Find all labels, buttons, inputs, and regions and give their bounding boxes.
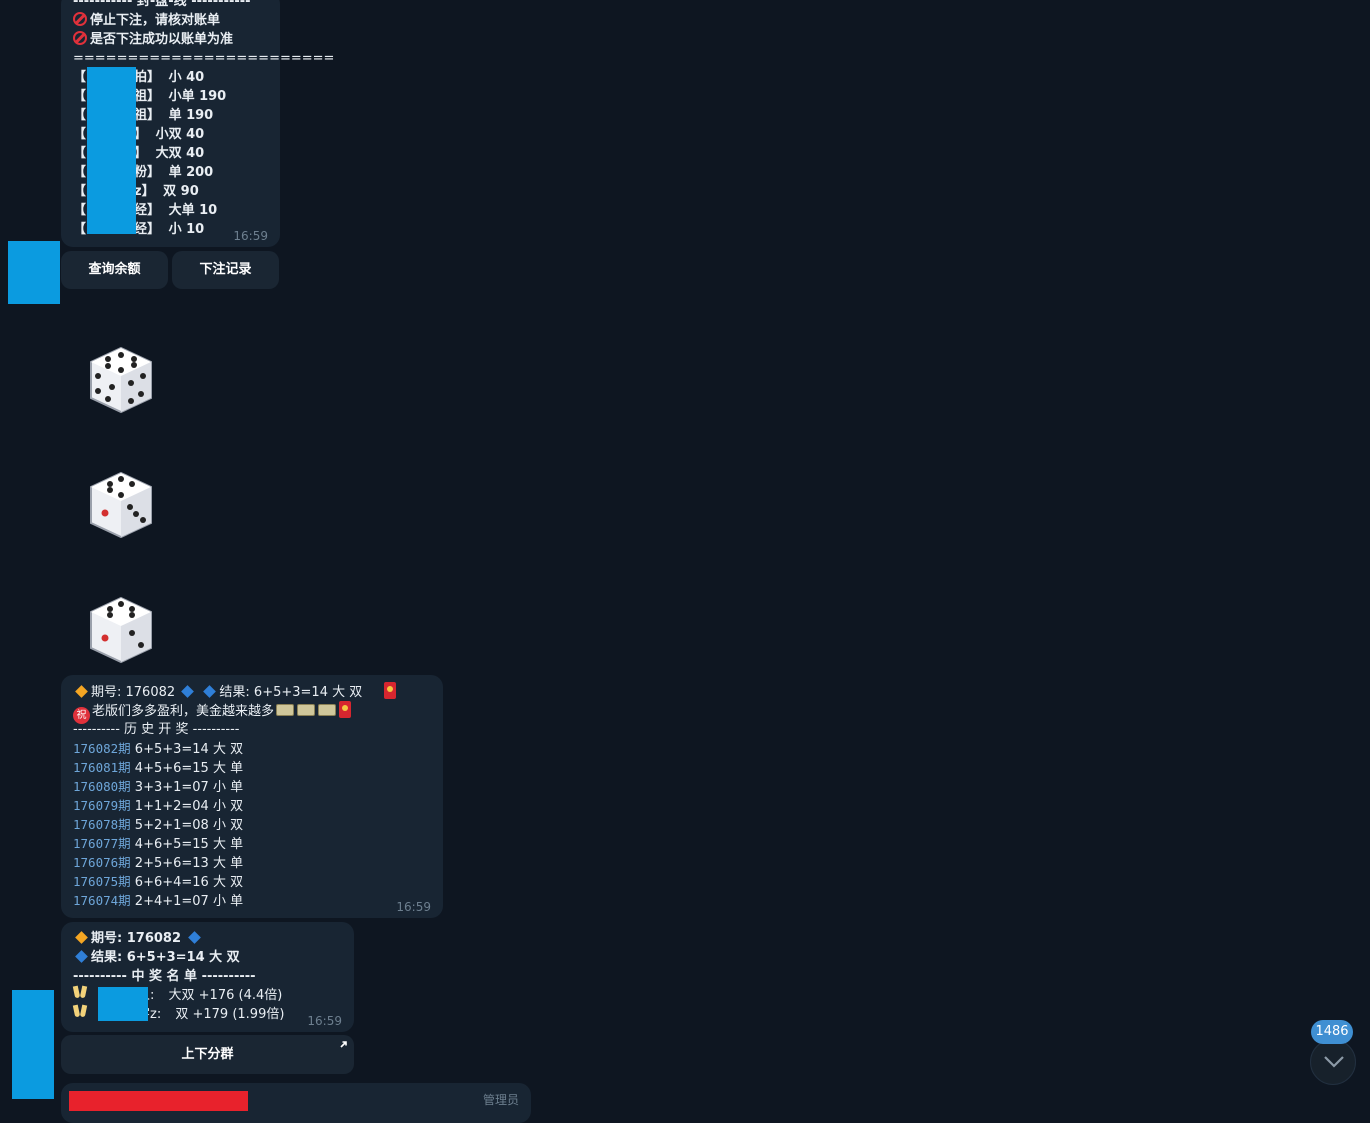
history-row: 176082期 6+5+3=14 大 双 bbox=[73, 739, 431, 758]
draw-result: 2+4+1=07 小 单 bbox=[134, 894, 244, 909]
period-link[interactable]: 176079期 bbox=[73, 798, 131, 813]
red-envelope-icon bbox=[339, 701, 352, 718]
history-row: 176077期 4+6+5=15 大 单 bbox=[73, 834, 431, 853]
orange-diamond-icon bbox=[75, 931, 88, 944]
bet-amount: 小双 40 bbox=[155, 127, 205, 142]
history-row: 176076期 2+5+6=13 大 单 bbox=[73, 853, 431, 872]
unread-count-badge: 1486 bbox=[1311, 1020, 1353, 1044]
button-label: 上下分群 bbox=[181, 1047, 234, 1062]
period-link[interactable]: 176081期 bbox=[73, 760, 131, 775]
history-row: 176081期 4+5+6=15 大 单 bbox=[73, 758, 431, 777]
query-balance-button[interactable]: 查询余额 bbox=[61, 251, 168, 289]
draw-result: 6+6+4=16 大 双 bbox=[134, 875, 244, 890]
message-time: 16:59 bbox=[233, 229, 268, 243]
result-history-message: 期号: 176082 结果: 6+5+3=14 大 双 祝老版们多多盈利，美金越… bbox=[61, 675, 443, 918]
bettor-name: 祖】 bbox=[134, 108, 161, 123]
redaction-mask bbox=[98, 987, 148, 1021]
prohibited-icon bbox=[73, 12, 87, 26]
bettor-name: z】 bbox=[134, 184, 155, 199]
prohibited-icon bbox=[73, 31, 87, 45]
draw-result: 2+5+6=13 大 单 bbox=[134, 856, 244, 871]
bet-amount: 大双 40 bbox=[155, 146, 205, 161]
bet-amount: 小单 190 bbox=[168, 89, 227, 104]
message-time: 16:59 bbox=[307, 1014, 342, 1028]
bet-amount: 大单 10 bbox=[168, 203, 218, 218]
cheers-icon bbox=[73, 986, 87, 1002]
history-header: ---------- 历 史 开 奖 ---------- bbox=[73, 722, 240, 737]
bettor-name: 拍】 bbox=[134, 70, 161, 85]
separator-line: ======================== bbox=[73, 51, 335, 66]
dice-five-sticker bbox=[90, 471, 152, 539]
draw-result: 3+3+1=07 小 单 bbox=[134, 780, 244, 795]
draw-result: 1+1+2=04 小 双 bbox=[134, 799, 244, 814]
chevron-down-icon bbox=[1324, 1056, 1344, 1068]
blue-diamond-icon bbox=[181, 685, 195, 698]
bill-confirmation-warning: 是否下注成功以账单为准 bbox=[73, 30, 268, 49]
history-row: 176078期 5+2+1=08 小 双 bbox=[73, 815, 431, 834]
draw-result: 4+6+5=15 大 单 bbox=[134, 837, 244, 852]
bet-amount: 小 40 bbox=[168, 70, 205, 85]
period-link[interactable]: 176076期 bbox=[73, 855, 131, 870]
winner-detail: 大双 +176 (4.4倍) bbox=[168, 988, 283, 1003]
bettor-name: 祖】 bbox=[134, 89, 161, 104]
deposit-withdraw-group-button[interactable]: 上下分群 bbox=[61, 1035, 354, 1074]
blue-diamond-icon bbox=[188, 931, 201, 944]
bet-amount: 双 90 bbox=[163, 184, 199, 199]
bet-records-button[interactable]: 下注记录 bbox=[172, 251, 279, 289]
history-row: 176075期 6+6+4=16 大 双 bbox=[73, 872, 431, 891]
history-row: 176080期 3+3+1=07 小 单 bbox=[73, 777, 431, 796]
period-link[interactable]: 176077期 bbox=[73, 836, 131, 851]
redaction-mask bbox=[87, 67, 136, 234]
draw-result: 5+2+1=08 小 双 bbox=[134, 818, 244, 833]
money-icon bbox=[318, 704, 337, 716]
period-link[interactable]: 176074期 bbox=[73, 893, 131, 908]
bet-amount: 单 200 bbox=[168, 165, 214, 180]
draw-result: 6+5+3=14 大 双 bbox=[134, 742, 244, 757]
avatar[interactable] bbox=[8, 241, 60, 304]
money-icon bbox=[297, 704, 316, 716]
period-link[interactable]: 176078期 bbox=[73, 817, 131, 832]
period-link[interactable]: 176075期 bbox=[73, 874, 131, 889]
bet-amount: 单 190 bbox=[168, 108, 214, 123]
greeting-line: 祝老版们多多盈利，美金越来越多 bbox=[73, 701, 431, 724]
winners-period: 期号: 176082 bbox=[73, 929, 342, 948]
red-envelope-icon bbox=[384, 682, 397, 699]
dice-three-sticker bbox=[90, 596, 152, 664]
period-link[interactable]: 176080期 bbox=[73, 779, 131, 794]
bettor-name: 经】 bbox=[134, 203, 161, 218]
period-result-line: 期号: 176082 结果: 6+5+3=14 大 双 bbox=[73, 682, 431, 701]
history-row: 176074期 2+4+1=07 小 单 bbox=[73, 891, 431, 910]
admin-label: 管理员 bbox=[482, 1093, 519, 1107]
stop-betting-warning: 停止下注，请核对账单 bbox=[73, 11, 268, 30]
red-banner bbox=[69, 1091, 248, 1111]
history-list: 176082期 6+5+3=14 大 双 176081期 4+5+6=15 大 单… bbox=[73, 739, 431, 910]
cheers-icon bbox=[73, 1005, 87, 1021]
scroll-to-bottom-button[interactable] bbox=[1310, 1039, 1356, 1085]
external-link-icon bbox=[340, 1041, 347, 1048]
next-message: 管理员 bbox=[61, 1083, 531, 1123]
orange-diamond-icon bbox=[75, 685, 88, 698]
bet-amount: 小 10 bbox=[168, 222, 205, 237]
money-icon bbox=[276, 704, 295, 716]
avatar[interactable] bbox=[12, 990, 54, 1099]
bettor-name: 粉】 bbox=[134, 165, 161, 180]
period-link[interactable]: 176082期 bbox=[73, 741, 131, 756]
message-time: 16:59 bbox=[396, 900, 431, 914]
winners-result: 结果: 6+5+3=14 大 双 bbox=[73, 948, 342, 967]
cutoff-line: ----------- 封-盘-线 ----------- bbox=[73, 0, 251, 9]
blue-diamond-icon bbox=[203, 685, 217, 698]
draw-result: 4+5+6=15 大 单 bbox=[134, 761, 244, 776]
winner-detail: 双 +179 (1.99倍) bbox=[175, 1007, 285, 1022]
blue-diamond-icon bbox=[75, 950, 88, 963]
bettor-name: 经】 bbox=[134, 222, 161, 237]
winners-header: ---------- 中 奖 名 单 ---------- bbox=[73, 969, 256, 984]
history-row: 176079期 1+1+2=04 小 双 bbox=[73, 796, 431, 815]
dice-six-sticker bbox=[90, 346, 152, 414]
